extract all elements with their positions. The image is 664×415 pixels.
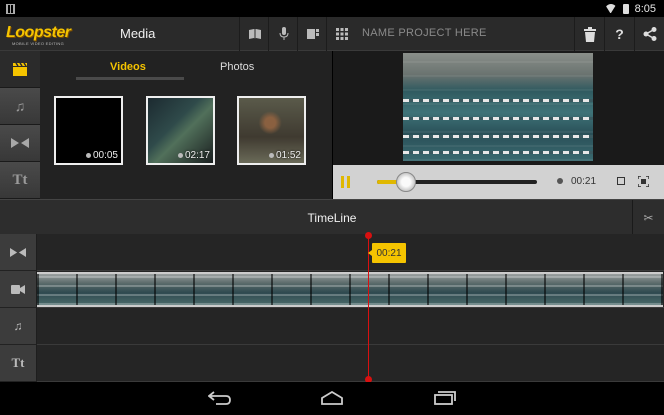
split-clip-button[interactable]: ✂ (632, 200, 664, 235)
text-icon: Tt (11, 355, 25, 370)
playhead-top-handle[interactable] (365, 232, 372, 239)
fullscreen-button[interactable] (636, 175, 650, 188)
transition-track[interactable] (37, 234, 664, 271)
recents-icon (434, 391, 456, 405)
tab-indicator (76, 77, 184, 80)
status-bar: 8:05 (0, 0, 664, 17)
square-icon (617, 177, 625, 185)
music-note-icon: ♫ (14, 98, 26, 114)
transition-icon (10, 247, 26, 257)
music-track[interactable] (37, 308, 664, 345)
tab-photos[interactable]: Photos (220, 61, 254, 73)
clock-icon (177, 153, 183, 158)
clapper-icon (13, 62, 27, 76)
book-icon (248, 29, 261, 39)
preview-area (333, 51, 664, 165)
home-button[interactable] (317, 387, 347, 409)
music-track-label: ♫ (0, 308, 37, 345)
share-button[interactable] (634, 17, 664, 51)
video-duration: 02:17 (184, 150, 210, 161)
timeline-title: TimeLine (307, 211, 357, 225)
pause-button[interactable] (341, 176, 350, 188)
timeline-header: TimeLine ✂ (0, 199, 664, 235)
back-icon (208, 391, 231, 405)
camera-icon (11, 284, 25, 294)
video-thumbnail[interactable]: 02:17 (146, 96, 215, 165)
system-nav-bar (0, 382, 664, 415)
tool-sidebar: ♫ Tt (0, 51, 40, 199)
home-icon (321, 391, 343, 405)
app-logo: Loopster (6, 24, 71, 41)
music-tool[interactable]: ♫ (0, 88, 40, 125)
video-track-label (0, 271, 37, 308)
share-icon (643, 27, 656, 41)
seek-slider[interactable] (377, 172, 537, 192)
clock-icon (85, 153, 91, 158)
clock-icon (557, 178, 563, 184)
storyboard-icon (306, 29, 319, 39)
text-track[interactable] (37, 345, 664, 382)
timeline: ♫ Tt (0, 234, 664, 382)
clock-time: 8:05 (634, 2, 656, 15)
top-toolbar: Loopster MOBILE VIDEO EDITING Media NAME… (0, 17, 664, 51)
clock-icon (268, 153, 274, 158)
notification-icon (6, 3, 15, 14)
help-icon: ? (615, 26, 624, 42)
video-thumbnail[interactable]: 01:52 (237, 96, 306, 165)
aspect-button[interactable] (615, 176, 627, 188)
transition-track-label (0, 234, 37, 271)
playhead-time-badge: 00:21 (368, 243, 406, 263)
delete-button[interactable] (574, 17, 604, 51)
scissors-icon: ✂ (643, 210, 654, 225)
battery-icon (622, 3, 629, 14)
video-duration: 01:52 (275, 150, 301, 161)
grid-icon (335, 28, 348, 40)
help-button[interactable]: ? (604, 17, 634, 51)
video-preview[interactable] (403, 53, 593, 161)
project-name-field[interactable]: NAME PROJECT HERE (362, 27, 487, 39)
microphone-icon (279, 27, 288, 40)
video-thumbnail[interactable]: 00:05 (54, 96, 123, 165)
playback-controls: 00:21 (333, 165, 664, 199)
tab-videos[interactable]: Videos (110, 61, 146, 73)
trash-icon (583, 26, 596, 42)
storyboard-button[interactable] (297, 17, 327, 51)
fullscreen-icon (636, 175, 650, 188)
current-time: 00:21 (571, 176, 597, 187)
wifi-icon (605, 4, 617, 13)
text-icon: Tt (12, 171, 28, 188)
seek-handle[interactable] (395, 172, 416, 192)
app-logo-subtitle: MOBILE VIDEO EDITING (12, 41, 65, 46)
video-duration: 00:05 (92, 150, 118, 161)
back-button[interactable] (205, 387, 235, 409)
recents-button[interactable] (430, 387, 460, 409)
text-track-label: Tt (0, 345, 37, 382)
video-clip[interactable] (37, 272, 663, 307)
transition-tool[interactable] (0, 125, 40, 162)
section-title: Media (120, 26, 156, 41)
project-grid-button[interactable] (326, 17, 356, 51)
music-note-icon: ♫ (13, 319, 23, 333)
transition-icon (11, 138, 29, 148)
video-clip-tool[interactable] (0, 51, 40, 88)
media-panel: Videos Photos 00:05 02:17 01:52 (40, 51, 332, 199)
book-button[interactable] (239, 17, 269, 51)
record-audio-button[interactable] (268, 17, 298, 51)
text-tool[interactable]: Tt (0, 162, 40, 199)
